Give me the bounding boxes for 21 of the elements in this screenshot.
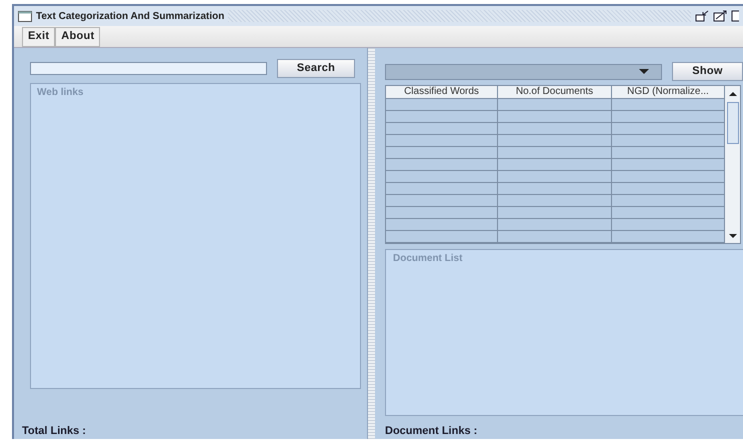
window-icon	[18, 10, 32, 22]
search-field[interactable]	[30, 62, 267, 75]
scrollbar[interactable]	[725, 85, 741, 244]
panel-title: Document List	[393, 252, 462, 266]
scroll-up-icon[interactable]	[728, 92, 736, 96]
column-header[interactable]: Classified Words	[386, 86, 498, 98]
column-header[interactable]: NGD (Normalize...	[612, 86, 724, 98]
minimize-icon[interactable]	[695, 10, 709, 22]
scroll-down-icon[interactable]	[728, 234, 736, 238]
maximize-icon[interactable]	[713, 10, 727, 22]
document-links-label: Document Links :	[385, 424, 478, 438]
total-links-label: Total Links :	[22, 424, 87, 438]
caret-icon	[639, 69, 650, 74]
search-button[interactable]: Search	[277, 59, 355, 78]
scroll-thumb[interactable]	[726, 102, 738, 144]
menu-item[interactable]: Exit	[22, 26, 56, 46]
window-title: Text Categorization And Summarization	[36, 10, 224, 24]
menu-item[interactable]: About	[55, 26, 100, 46]
panel-title: Web links	[37, 86, 84, 100]
show-button[interactable]: Show	[672, 62, 743, 81]
column-header[interactable]: No.of Documents	[498, 86, 612, 98]
